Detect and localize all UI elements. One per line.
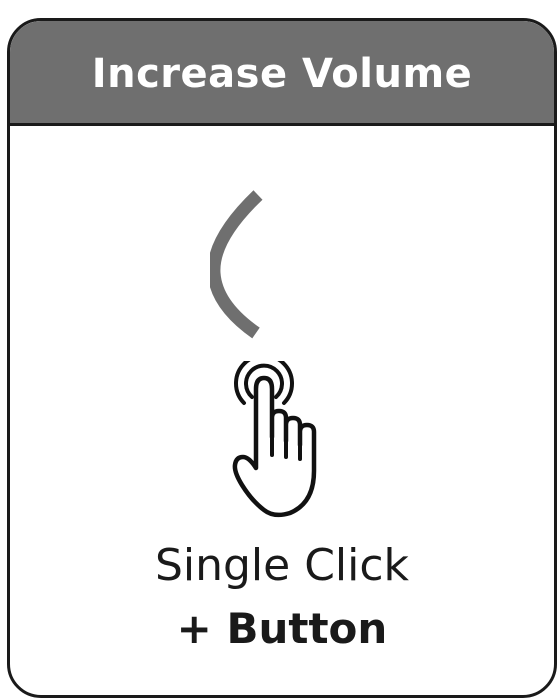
instruction-card: Increase Volume Single Click + Button <box>7 18 557 698</box>
action-primary-text: Single Click <box>154 540 410 591</box>
action-secondary-text: + Button <box>176 604 388 653</box>
card-title: Increase Volume <box>91 51 473 97</box>
volume-arc-icon <box>210 190 263 339</box>
card-header: Increase Volume <box>10 21 554 126</box>
single-tap-hand-icon <box>232 361 317 518</box>
